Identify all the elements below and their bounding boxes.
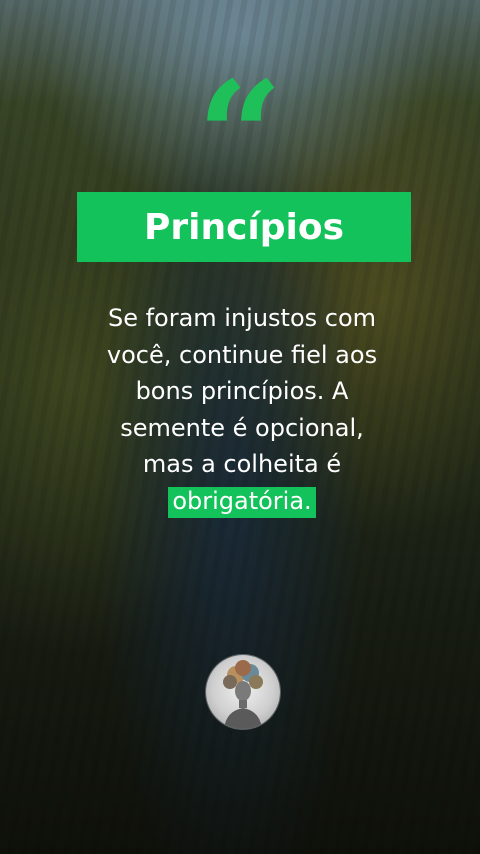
quote-line: você, continue fiel aos <box>106 340 378 369</box>
quote-text: Se foram injustos com você, continue fie… <box>60 300 424 519</box>
quote-mark-icon: “ <box>196 49 284 225</box>
title-banner: Princípios <box>77 192 411 262</box>
quote-highlight: obrigatória. <box>168 486 316 518</box>
quote-line: semente é opcional, <box>120 413 364 442</box>
background-forest: “ Princípios Se foram injustos com você,… <box>0 0 480 854</box>
quote-line: mas a colheita é <box>142 450 342 478</box>
quote-line: bons princípios. A <box>135 377 349 405</box>
quote-line: Se foram injustos com <box>107 304 377 332</box>
author-avatar <box>206 655 280 729</box>
page-title: Princípios <box>143 206 345 248</box>
avatar-portrait-icon <box>223 660 263 729</box>
